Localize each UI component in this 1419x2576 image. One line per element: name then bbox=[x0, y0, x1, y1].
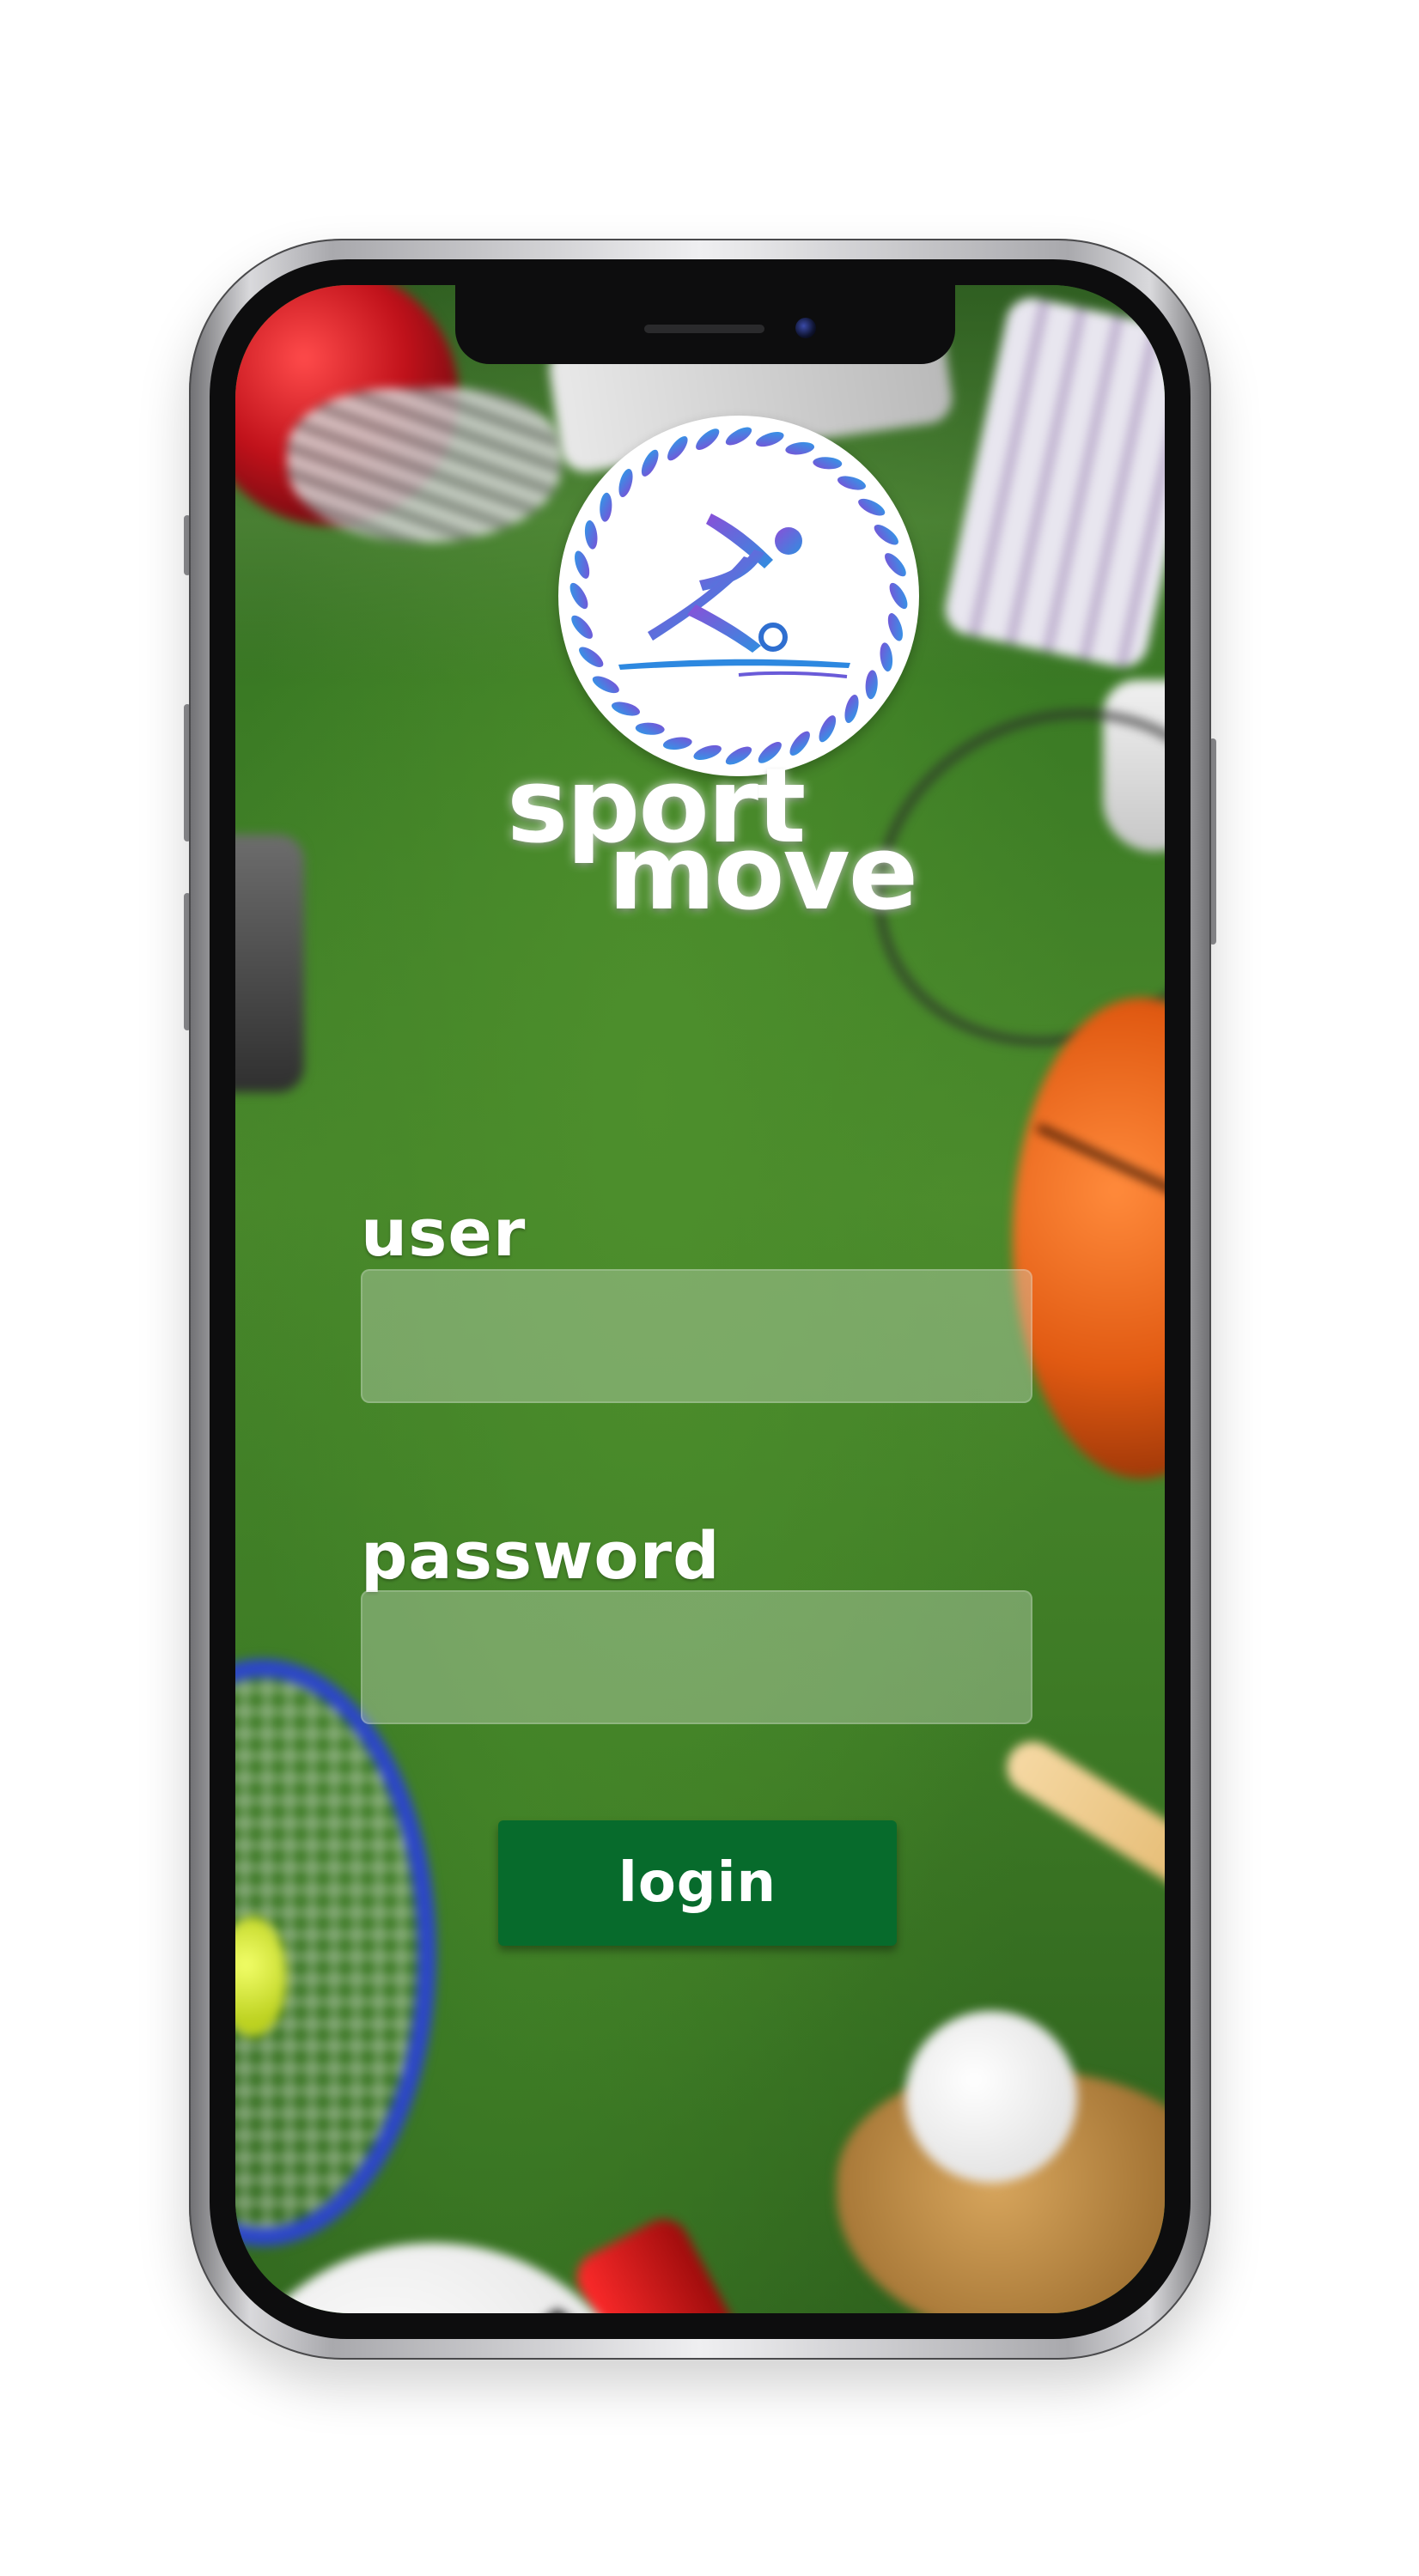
laurel-leaf bbox=[844, 694, 859, 724]
password-input[interactable] bbox=[361, 1590, 1032, 1724]
laurel-leaf bbox=[584, 519, 598, 550]
laurel-leaf bbox=[575, 550, 590, 579]
laurel-leaf bbox=[600, 492, 612, 522]
laurel-leaf bbox=[725, 427, 752, 446]
baseball-image bbox=[905, 2011, 1077, 2183]
device-mockup: sport move user password login bbox=[0, 0, 1419, 2576]
laurel-leaf bbox=[880, 642, 893, 672]
laurel-leaf bbox=[885, 553, 906, 577]
laurel-leaf bbox=[641, 449, 659, 477]
laurel-leaf bbox=[696, 428, 720, 450]
brand-line-move: move bbox=[608, 814, 918, 933]
laurel-leaf bbox=[887, 613, 903, 641]
laurel-leaf bbox=[874, 525, 898, 545]
logo-graphic bbox=[569, 427, 908, 765]
login-button[interactable]: login bbox=[498, 1820, 897, 1946]
brand-wordmark: sport move bbox=[507, 756, 1065, 927]
laurel-leaf bbox=[819, 715, 837, 743]
laurel-leaf bbox=[813, 457, 843, 470]
user-label: user bbox=[361, 1194, 527, 1271]
laurel-leaf bbox=[667, 436, 688, 461]
laurel-leaf bbox=[635, 722, 665, 735]
laurel-leaf bbox=[756, 432, 784, 447]
password-label: password bbox=[361, 1517, 721, 1594]
laurel-leaf bbox=[785, 441, 815, 455]
front-camera bbox=[795, 318, 816, 338]
laurel-leaf bbox=[837, 476, 867, 490]
user-input[interactable] bbox=[361, 1269, 1032, 1403]
laurel-leaf bbox=[579, 647, 604, 667]
laurel-leaf bbox=[569, 582, 588, 610]
laurel-leaf bbox=[858, 498, 886, 516]
soccer-patch bbox=[524, 2308, 591, 2313]
laurel-leaf bbox=[592, 676, 619, 694]
laurel-leaf bbox=[611, 702, 641, 716]
laurel-wreath bbox=[569, 427, 908, 765]
laurel-leaf bbox=[865, 670, 878, 700]
laurel-leaf bbox=[618, 468, 633, 498]
speaker-grille bbox=[644, 325, 764, 333]
laurel-leaf bbox=[889, 582, 908, 610]
helmet-grill-image bbox=[287, 388, 562, 543]
laurel-leaf bbox=[571, 615, 593, 639]
athlete-ball-icon bbox=[558, 416, 919, 776]
equipment-image bbox=[235, 835, 304, 1092]
